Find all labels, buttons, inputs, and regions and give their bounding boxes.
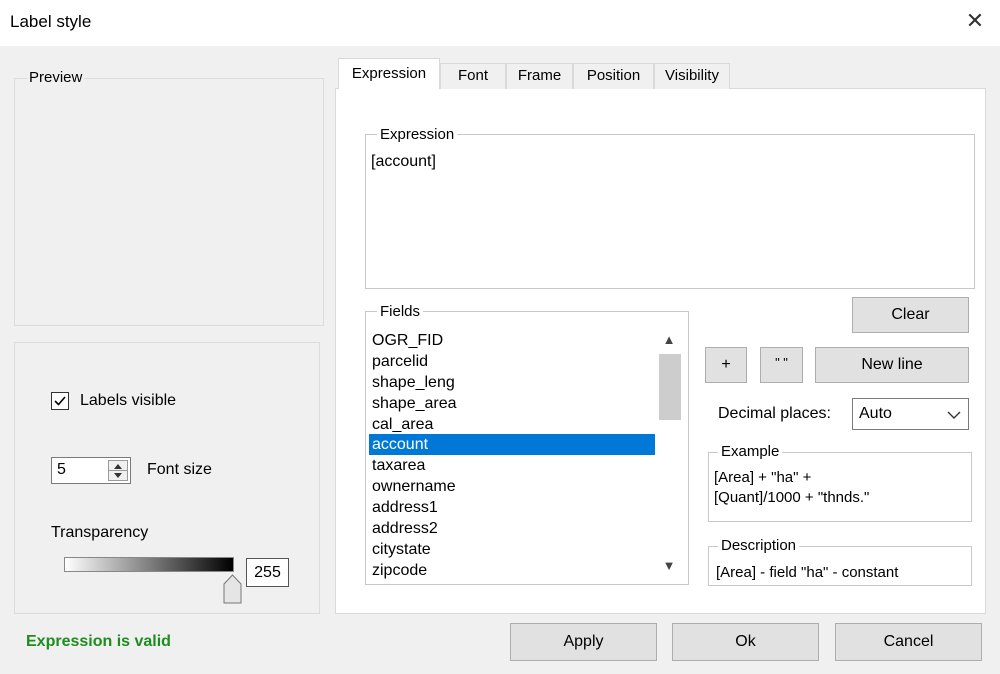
stepper-buttons[interactable] (108, 460, 128, 481)
field-item[interactable]: shape_area (369, 393, 655, 414)
labels-visible-label: Labels visible (80, 392, 177, 409)
plus-button[interactable]: + (705, 347, 747, 383)
field-item[interactable]: citystate (369, 539, 655, 560)
field-item-selected[interactable]: account (369, 434, 655, 455)
tab-frame[interactable]: Frame (506, 63, 573, 89)
example-group (708, 452, 972, 522)
labels-visible-checkbox[interactable] (51, 392, 69, 410)
field-item[interactable]: address1 (369, 497, 655, 518)
tab-expression[interactable]: Expression (338, 58, 440, 89)
preview-legend: Preview (27, 69, 85, 86)
title-bar (0, 0, 1000, 46)
field-item[interactable]: zipcode (369, 560, 655, 581)
tab-position[interactable]: Position (573, 63, 654, 89)
field-item[interactable]: parcelid (369, 351, 655, 372)
expression-legend: Expression (377, 126, 458, 143)
field-item[interactable]: shape_leng (369, 372, 655, 393)
tab-visibility[interactable]: Visibility (654, 63, 730, 89)
fields-scrollbar[interactable]: ▲ ▼ (658, 330, 681, 580)
field-item[interactable]: cal_area (369, 414, 655, 435)
cancel-button[interactable]: Cancel (835, 623, 982, 661)
font-size-label: Font size (147, 461, 212, 478)
scroll-up-icon[interactable]: ▲ (658, 330, 680, 350)
font-size-stepper[interactable]: 5 (51, 457, 131, 484)
transparency-slider-thumb[interactable] (223, 574, 242, 604)
description-text: [Area] - field "ha" - constant (716, 564, 899, 581)
field-item[interactable]: address2 (369, 518, 655, 539)
example-line-2: [Quant]/1000 + "thnds." (714, 489, 870, 506)
decimal-places-select[interactable]: Auto (852, 398, 969, 430)
ok-button[interactable]: Ok (672, 623, 819, 661)
decimal-places-value: Auto (859, 405, 892, 422)
stepper-down-icon[interactable] (114, 473, 122, 478)
field-item[interactable]: OGR_FID (369, 330, 655, 351)
preview-group (14, 78, 324, 326)
status-text: Expression is valid (26, 633, 171, 650)
clear-button[interactable]: Clear (852, 297, 969, 333)
scroll-down-icon[interactable]: ▼ (658, 556, 680, 576)
font-size-value: 5 (57, 461, 66, 478)
chevron-down-icon[interactable] (947, 410, 961, 420)
quotes-button[interactable]: " " (760, 347, 803, 383)
stepper-up-icon[interactable] (114, 464, 122, 469)
window-title: Label style (10, 12, 92, 31)
transparency-value[interactable]: 255 (246, 558, 289, 587)
transparency-label: Transparency (51, 524, 149, 541)
checkmark-icon (54, 396, 66, 406)
field-item[interactable]: taxarea (369, 455, 655, 476)
apply-button[interactable]: Apply (510, 623, 657, 661)
description-legend: Description (718, 537, 800, 554)
scroll-thumb[interactable] (659, 354, 681, 420)
tab-font[interactable]: Font (440, 63, 506, 89)
fields-legend: Fields (377, 303, 424, 320)
example-legend: Example (718, 443, 783, 460)
field-item[interactable]: ownername (369, 476, 655, 497)
example-line-1: [Area] + "ha" + (714, 469, 812, 486)
transparency-gradient (64, 557, 234, 572)
expression-input[interactable]: [account] (371, 153, 966, 281)
decimal-places-label: Decimal places: (718, 405, 831, 422)
fields-listbox[interactable]: OGR_FID parcelid shape_leng shape_area c… (365, 311, 689, 585)
new-line-button[interactable]: New line (815, 347, 969, 383)
close-icon[interactable]: ✕ (962, 8, 988, 34)
